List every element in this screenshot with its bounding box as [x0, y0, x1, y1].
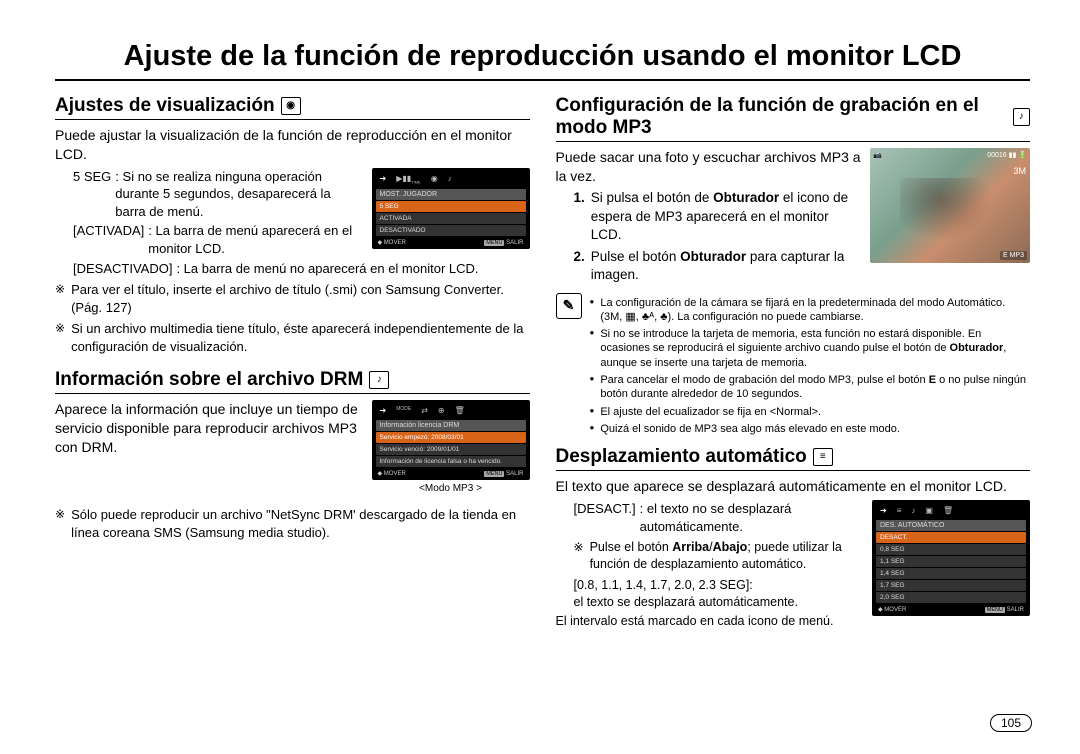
music-icon: ♪ [1013, 108, 1030, 126]
display-icon: ◉ [281, 97, 301, 115]
lcd1-salir: SALIR [506, 240, 523, 246]
photo-counter: 00016 ▮▮ 🔋 [987, 151, 1027, 159]
intro-text: Puede ajustar la visualización de la fun… [55, 126, 530, 164]
lcd3-foot-left: ◆ MOVER [878, 606, 906, 613]
lcd3-title: DES. AUTOMÁTICO [876, 520, 1026, 531]
lcd2-menu: MENU [484, 471, 504, 477]
def1-text: : Si no se realiza ninguna operación dur… [115, 168, 363, 221]
def3-label: [DESACTIVADO] [73, 260, 172, 278]
lcd3-r0: DESACT. [876, 532, 1026, 543]
photo-cam-icon: 📷 [873, 151, 882, 159]
step-2: Pulse el botón Obturador para capturar l… [591, 248, 862, 284]
sec-drm-title: Información sobre el archivo DRM [55, 369, 363, 391]
sec-mp3-title: Configuración de la función de grabación… [556, 95, 1007, 139]
lcd3-r5: 2,0 SEG [876, 592, 1026, 603]
lcd3-salir: SALIR [1007, 607, 1024, 613]
note-0: La configuración de la cámara se fijará … [600, 296, 1030, 325]
sec-autoscroll-title: Desplazamiento automático [556, 446, 807, 468]
photo-mp3-badge: E MP3 [1000, 251, 1027, 260]
def1-label: 5 SEG [73, 168, 111, 221]
section-ajustes-visualizacion: Ajustes de visualización ◉ [55, 95, 530, 120]
sec-title-text: Ajustes de visualización [55, 95, 275, 117]
lcd3-r2: 1,1 SEG [876, 556, 1026, 567]
lcd2-salir: SALIR [506, 471, 523, 477]
autoscroll-intro: El texto que aparece se desplazará autom… [556, 477, 1031, 496]
right-column: Configuración de la función de grabación… [556, 89, 1031, 630]
lcd2-row-2: Información de licencia falsa o ha venci… [376, 456, 526, 467]
lcd-screenshot-1: ➔▶▮▮TIME◉♪ MOST. JUGADOR 5 SEG ACTIVADA … [372, 168, 530, 250]
page-number: 105 [990, 714, 1032, 732]
note-icon: ✎ [556, 293, 582, 319]
section-mp3-record: Configuración de la función de grabación… [556, 95, 1031, 142]
lcd3-r3: 1,4 SEG [876, 568, 1026, 579]
note-1: Si no se introduce la tarjeta de memoria… [600, 327, 1030, 370]
as-star1: Pulse el botón Arriba/Abajo; puede utili… [590, 539, 864, 573]
lcd1-foot-left: ◆ MOVER [378, 239, 406, 246]
lcd3-r4: 1,7 SEG [876, 580, 1026, 591]
lcd2-title: Información licencia DRM [376, 420, 526, 431]
lcd2-row-1: Servicio venció: 2009/01/01 [376, 444, 526, 455]
lcd3-menu: MENU [985, 607, 1005, 613]
left-column: Ajustes de visualización ◉ Puede ajustar… [55, 89, 530, 630]
lcd2-foot-left: ◆ MOVER [378, 470, 406, 477]
star-note-2: Si un archivo multimedia tiene título, é… [71, 320, 529, 355]
lcd1-row-1: ACTIVADA [376, 213, 526, 224]
def3-text: : La barra de menú no aparecerá en el mo… [176, 260, 478, 278]
lcd1-row-0: 5 SEG [376, 201, 526, 212]
step-1: Si pulsa el botón de Obturador el icono … [591, 189, 862, 244]
def2-label: [ACTIVADA] [73, 222, 144, 257]
lcd1-row-2: DESACTIVADO [376, 225, 526, 236]
photo-preview: 📷 00016 ▮▮ 🔋 3M E MP3 [870, 148, 1030, 263]
photo-size: 3M [1013, 166, 1026, 176]
lcd1-title: MOST. JUGADOR [376, 189, 526, 200]
note-list: La configuración de la cámara se fijará … [590, 293, 1031, 437]
def2-text: : La barra de menú aparecerá en el monit… [148, 222, 363, 257]
page-title: Ajuste de la función de reproducción usa… [55, 40, 1030, 81]
music-icon: ♪ [369, 371, 389, 389]
as-def1-text: : el texto no se desplazará automáticame… [640, 500, 864, 535]
note-3: El ajuste del ecualizador se fija en <No… [600, 405, 821, 419]
lcd1-menu: MENU [484, 240, 504, 246]
section-drm: Información sobre el archivo DRM ♪ [55, 369, 530, 394]
lcd-screenshot-2: ➔MODE⇄⊕🗑 Información licencia DRM Servic… [372, 400, 530, 494]
lcd3-r1: 0,8 SEG [876, 544, 1026, 555]
lcd-screenshot-3: ➔≡♪▣🗑 DES. AUTOMÁTICO DESACT. 0,8 SEG 1,… [872, 500, 1030, 616]
as-def1-label: [DESACT.] [574, 500, 636, 535]
star-note-1: Para ver el título, inserte el archivo d… [71, 281, 529, 316]
note-2: Para cancelar el modo de grabación del m… [600, 373, 1030, 402]
star-note-3: Sólo puede reproducir un archivo "NetSyn… [71, 506, 529, 541]
lcd2-row-0: Servicio empezó: 2008/03/01 [376, 432, 526, 443]
lcd2-caption: <Modo MP3 > [372, 483, 530, 494]
note-4: Quizá el sonido de MP3 sea algo más elev… [600, 422, 900, 436]
section-autoscroll: Desplazamiento automático ≡ [556, 446, 1031, 471]
text-icon: ≡ [813, 448, 833, 466]
